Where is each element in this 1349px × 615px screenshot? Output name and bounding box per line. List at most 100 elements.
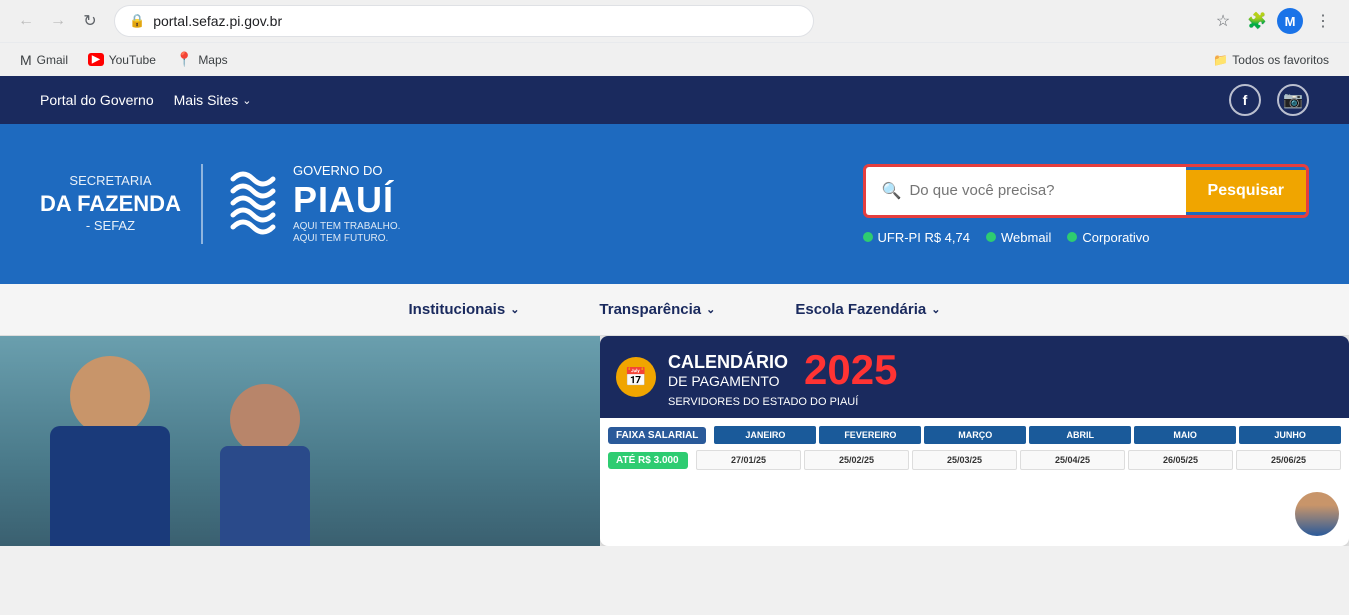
quick-links: UFR-PI R$ 4,74 Webmail Corporativo: [863, 230, 1150, 245]
mais-sites-link[interactable]: Mais Sites ⌄: [174, 92, 252, 108]
logo-section: SECRETARIA DA FAZENDA - SEFAZ GOVERNO DO…: [40, 159, 400, 249]
transparencia-label: Transparência: [599, 301, 701, 318]
profile-avatar[interactable]: M: [1277, 8, 1303, 34]
bookmarks-icon: 📁: [1213, 53, 1228, 67]
gmail-icon: M: [20, 52, 32, 68]
month-cell: JUNHO: [1239, 426, 1341, 444]
instagram-symbol: 📷: [1283, 90, 1303, 110]
browser-actions: ☆ 🧩 M ⋮: [1209, 7, 1337, 35]
webmail-dot: [986, 232, 996, 242]
nav-escola-fazendaria[interactable]: Escola Fazendária ⌄: [785, 301, 950, 318]
calendar-description: SERVIDORES DO ESTADO DO PIAUÍ: [668, 396, 1333, 408]
person-left: [50, 356, 170, 546]
months-header: JANEIROFEVEREIROMARÇOABRILMAIOJUNHO: [714, 426, 1341, 444]
search-magnify-icon: 🔍: [882, 181, 902, 201]
url-text: portal.sefaz.pi.gov.br: [153, 13, 799, 29]
aqui-trabalho: AQUI TEM TRABALHO.: [293, 221, 400, 233]
month-cell: ABRIL: [1029, 426, 1131, 444]
webmail-label: Webmail: [1001, 230, 1051, 245]
search-button-label: Pesquisar: [1208, 182, 1284, 199]
mais-sites-label: Mais Sites: [174, 92, 239, 108]
corporativo-dot: [1067, 232, 1077, 242]
calendario-label: CALENDÁRIO: [668, 352, 788, 372]
institucionais-label: Institucionais: [409, 301, 506, 318]
top-navigation: Portal do Governo Mais Sites ⌄ f 📷: [0, 76, 1349, 124]
person-avatar: [1293, 490, 1341, 538]
month-cell: MAIO: [1134, 426, 1236, 444]
bookmark-youtube[interactable]: ▶ YouTube: [80, 50, 164, 70]
governo-do: GOVERNO DO: [293, 163, 400, 179]
instagram-icon[interactable]: 📷: [1277, 84, 1309, 116]
maps-label: Maps: [198, 53, 227, 67]
forward-button[interactable]: →: [44, 7, 72, 35]
search-button[interactable]: Pesquisar: [1186, 170, 1306, 212]
calendar-icon: 📅: [616, 357, 656, 397]
facebook-icon[interactable]: f: [1229, 84, 1261, 116]
date-cell: 25/04/25: [1020, 450, 1125, 470]
gmail-label: Gmail: [37, 53, 68, 67]
date-cell: 26/05/25: [1128, 450, 1233, 470]
portal-governo-label: Portal do Governo: [40, 92, 154, 108]
logo-divider: [201, 164, 203, 244]
wave-logo-svg: [223, 159, 283, 249]
people-photo: [0, 336, 600, 546]
facebook-letter: f: [1243, 92, 1248, 108]
search-box-wrapper: 🔍 Pesquisar ◀: [863, 164, 1309, 218]
calendar-main-title: CALENDÁRIO DE PAGAMENTO: [668, 352, 788, 389]
back-button[interactable]: ←: [12, 7, 40, 35]
quick-link-corporativo[interactable]: Corporativo: [1067, 230, 1149, 245]
de-pagamento-label: DE PAGAMENTO: [668, 373, 788, 389]
calendar-card: 📅 CALENDÁRIO DE PAGAMENTO 2025 SERVIDORE…: [600, 336, 1349, 546]
youtube-label: YouTube: [109, 53, 156, 67]
favorites-label: Todos os favoritos: [1232, 53, 1329, 67]
nav-institucionais[interactable]: Institucionais ⌄: [399, 301, 530, 318]
quick-link-webmail[interactable]: Webmail: [986, 230, 1051, 245]
bookmarks-bar: M Gmail ▶ YouTube 📍 Maps 📁 Todos os favo…: [0, 42, 1349, 76]
nav-transparencia[interactable]: Transparência ⌄: [589, 301, 725, 318]
salary-label: FAIXA SALARIAL: [608, 427, 706, 444]
month-cell: MARÇO: [924, 426, 1026, 444]
browser-chrome: ← → ↻ 🔒 portal.sefaz.pi.gov.br ☆ 🧩 M ⋮ M…: [0, 0, 1349, 76]
governo-text: GOVERNO DO PIAUÍ AQUI TEM TRABALHO. AQUI…: [293, 163, 400, 246]
hero-header: SECRETARIA DA FAZENDA - SEFAZ GOVERNO DO…: [0, 124, 1349, 284]
quick-link-ufr[interactable]: UFR-PI R$ 4,74: [863, 230, 970, 245]
nav-buttons: ← → ↻: [12, 7, 104, 35]
main-navigation: Institucionais ⌄ Transparência ⌄ Escola …: [0, 284, 1349, 336]
secretaria-da: SECRETARIA: [40, 173, 181, 190]
date-cell: 25/06/25: [1236, 450, 1341, 470]
menu-button[interactable]: ⋮: [1309, 7, 1337, 35]
aqui-futuro: AQUI TEM FUTURO.: [293, 233, 400, 245]
bookmark-maps[interactable]: 📍 Maps: [168, 48, 236, 71]
avatar-bg: [1295, 492, 1339, 536]
corporativo-label: Corporativo: [1082, 230, 1149, 245]
calendar-emoji: 📅: [625, 367, 647, 388]
top-nav-links: Portal do Governo Mais Sites ⌄: [40, 92, 251, 108]
calendar-title-block: CALENDÁRIO DE PAGAMENTO 2025 SERVIDORES …: [668, 346, 1333, 408]
lock-icon: 🔒: [129, 13, 145, 29]
search-input-container: 🔍: [866, 167, 1186, 215]
bookmark-button[interactable]: ☆: [1209, 7, 1237, 35]
governo-logo: GOVERNO DO PIAUÍ AQUI TEM TRABALHO. AQUI…: [223, 159, 400, 249]
search-input[interactable]: [909, 182, 1169, 199]
ufr-dot: [863, 232, 873, 242]
extensions-button[interactable]: 🧩: [1243, 7, 1271, 35]
social-links: f 📷: [1229, 84, 1309, 116]
address-bar[interactable]: 🔒 portal.sefaz.pi.gov.br: [114, 5, 814, 37]
youtube-icon: ▶: [88, 53, 104, 66]
month-cell: JANEIRO: [714, 426, 816, 444]
secretaria-fazenda: DA FAZENDA: [40, 190, 181, 219]
portal-governo-link[interactable]: Portal do Governo: [40, 92, 154, 108]
reload-button[interactable]: ↻: [76, 7, 104, 35]
calendar-header: 📅 CALENDÁRIO DE PAGAMENTO 2025 SERVIDORE…: [600, 336, 1349, 418]
calendar-grid: FAIXA SALARIAL JANEIROFEVEREIROMARÇOABRI…: [600, 418, 1349, 478]
secretaria-sefaz: - SEFAZ: [40, 218, 181, 235]
content-area: 📅 CALENDÁRIO DE PAGAMENTO 2025 SERVIDORE…: [0, 336, 1349, 546]
calendar-title-row: CALENDÁRIO DE PAGAMENTO 2025: [668, 346, 1333, 394]
bookmark-gmail[interactable]: M Gmail: [12, 49, 76, 71]
maps-icon: 📍: [176, 51, 193, 68]
date-cell: 25/03/25: [912, 450, 1017, 470]
escola-label: Escola Fazendária: [795, 301, 926, 318]
favorites-button[interactable]: 📁 Todos os favoritos: [1205, 50, 1337, 70]
month-cell: FEVEREIRO: [819, 426, 921, 444]
ufr-label: UFR-PI R$ 4,74: [878, 230, 970, 245]
